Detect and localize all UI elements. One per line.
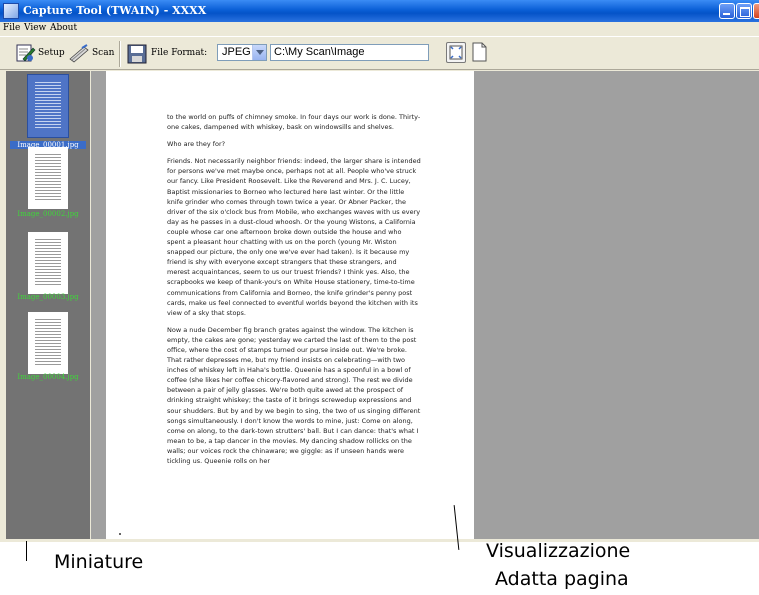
minimize-button[interactable] xyxy=(719,3,735,19)
title-bar: Capture Tool (TWAIN) - XXXX xyxy=(0,0,759,22)
menu-bar: File View About xyxy=(0,22,759,36)
thumbnail-callout: Miniature xyxy=(54,551,144,573)
window-title: Capture Tool (TWAIN) - XXXX xyxy=(23,4,207,17)
page-mark xyxy=(119,533,121,535)
toolbar: Setup Scan File Format: JPEG C:\My Scan\… xyxy=(0,36,759,70)
thumbnail-label[interactable]: Image_00002.jpg xyxy=(10,210,86,218)
file-format-value: JPEG xyxy=(222,46,251,58)
scan-icon xyxy=(69,44,89,63)
capture-tool-window: Capture Tool (TWAIN) - XXXX File View Ab… xyxy=(0,0,759,542)
setup-button[interactable]: Setup xyxy=(14,41,65,65)
paragraph: Friends. Not necessarily neighbor friend… xyxy=(167,157,421,317)
chevron-down-icon[interactable] xyxy=(252,45,266,60)
setup-icon xyxy=(16,44,36,62)
paragraph: Now a nude December fig branch grates ag… xyxy=(167,325,421,465)
paragraph: to the world on puffs of chimney smoke. … xyxy=(167,113,421,132)
actual-size-button[interactable] xyxy=(472,42,487,62)
thumbnail-pane: Image_00001.jpg Image_00002.jpg Image_00… xyxy=(6,71,90,539)
file-format-label: File Format: xyxy=(151,48,208,58)
close-button[interactable] xyxy=(753,3,759,19)
page-icon xyxy=(472,42,487,62)
file-format-select[interactable]: JPEG xyxy=(217,44,267,61)
menu-about[interactable]: About xyxy=(50,23,77,33)
view-callout-line2: Adatta pagina xyxy=(495,568,629,590)
maximize-button[interactable] xyxy=(736,3,752,19)
thumbnail-3[interactable] xyxy=(28,232,68,294)
page-text: to the world on puffs of chimney smoke. … xyxy=(167,112,421,473)
scan-button[interactable]: Scan xyxy=(68,41,114,65)
thumbnail-4[interactable] xyxy=(28,312,68,374)
menu-view[interactable]: View xyxy=(24,23,46,33)
setup-label: Setup xyxy=(38,48,65,58)
thumbnail-2[interactable] xyxy=(28,147,68,209)
thumbnail-label[interactable]: Image_00003.jpg xyxy=(10,293,86,301)
scanned-page: to the world on puffs of chimney smoke. … xyxy=(106,71,474,539)
menu-file[interactable]: File xyxy=(3,23,20,33)
image-view-pane: to the world on puffs of chimney smoke. … xyxy=(91,71,759,539)
fit-page-icon xyxy=(449,45,463,60)
app-icon xyxy=(3,3,19,19)
paragraph: Who are they for? xyxy=(167,140,226,149)
thumbnail-callout-line xyxy=(26,541,27,561)
save-path-input[interactable]: C:\My Scan\Image xyxy=(270,44,429,61)
toolbar-separator xyxy=(119,41,121,67)
save-format-icon[interactable] xyxy=(127,42,147,66)
scan-label: Scan xyxy=(92,48,115,58)
thumbnail-1[interactable] xyxy=(27,74,69,138)
floppy-icon xyxy=(127,44,147,64)
fit-page-button[interactable] xyxy=(446,42,466,63)
view-callout-line1: Visualizzazione xyxy=(486,540,631,562)
thumbnail-label[interactable]: Image_00004.jpg xyxy=(10,373,86,381)
